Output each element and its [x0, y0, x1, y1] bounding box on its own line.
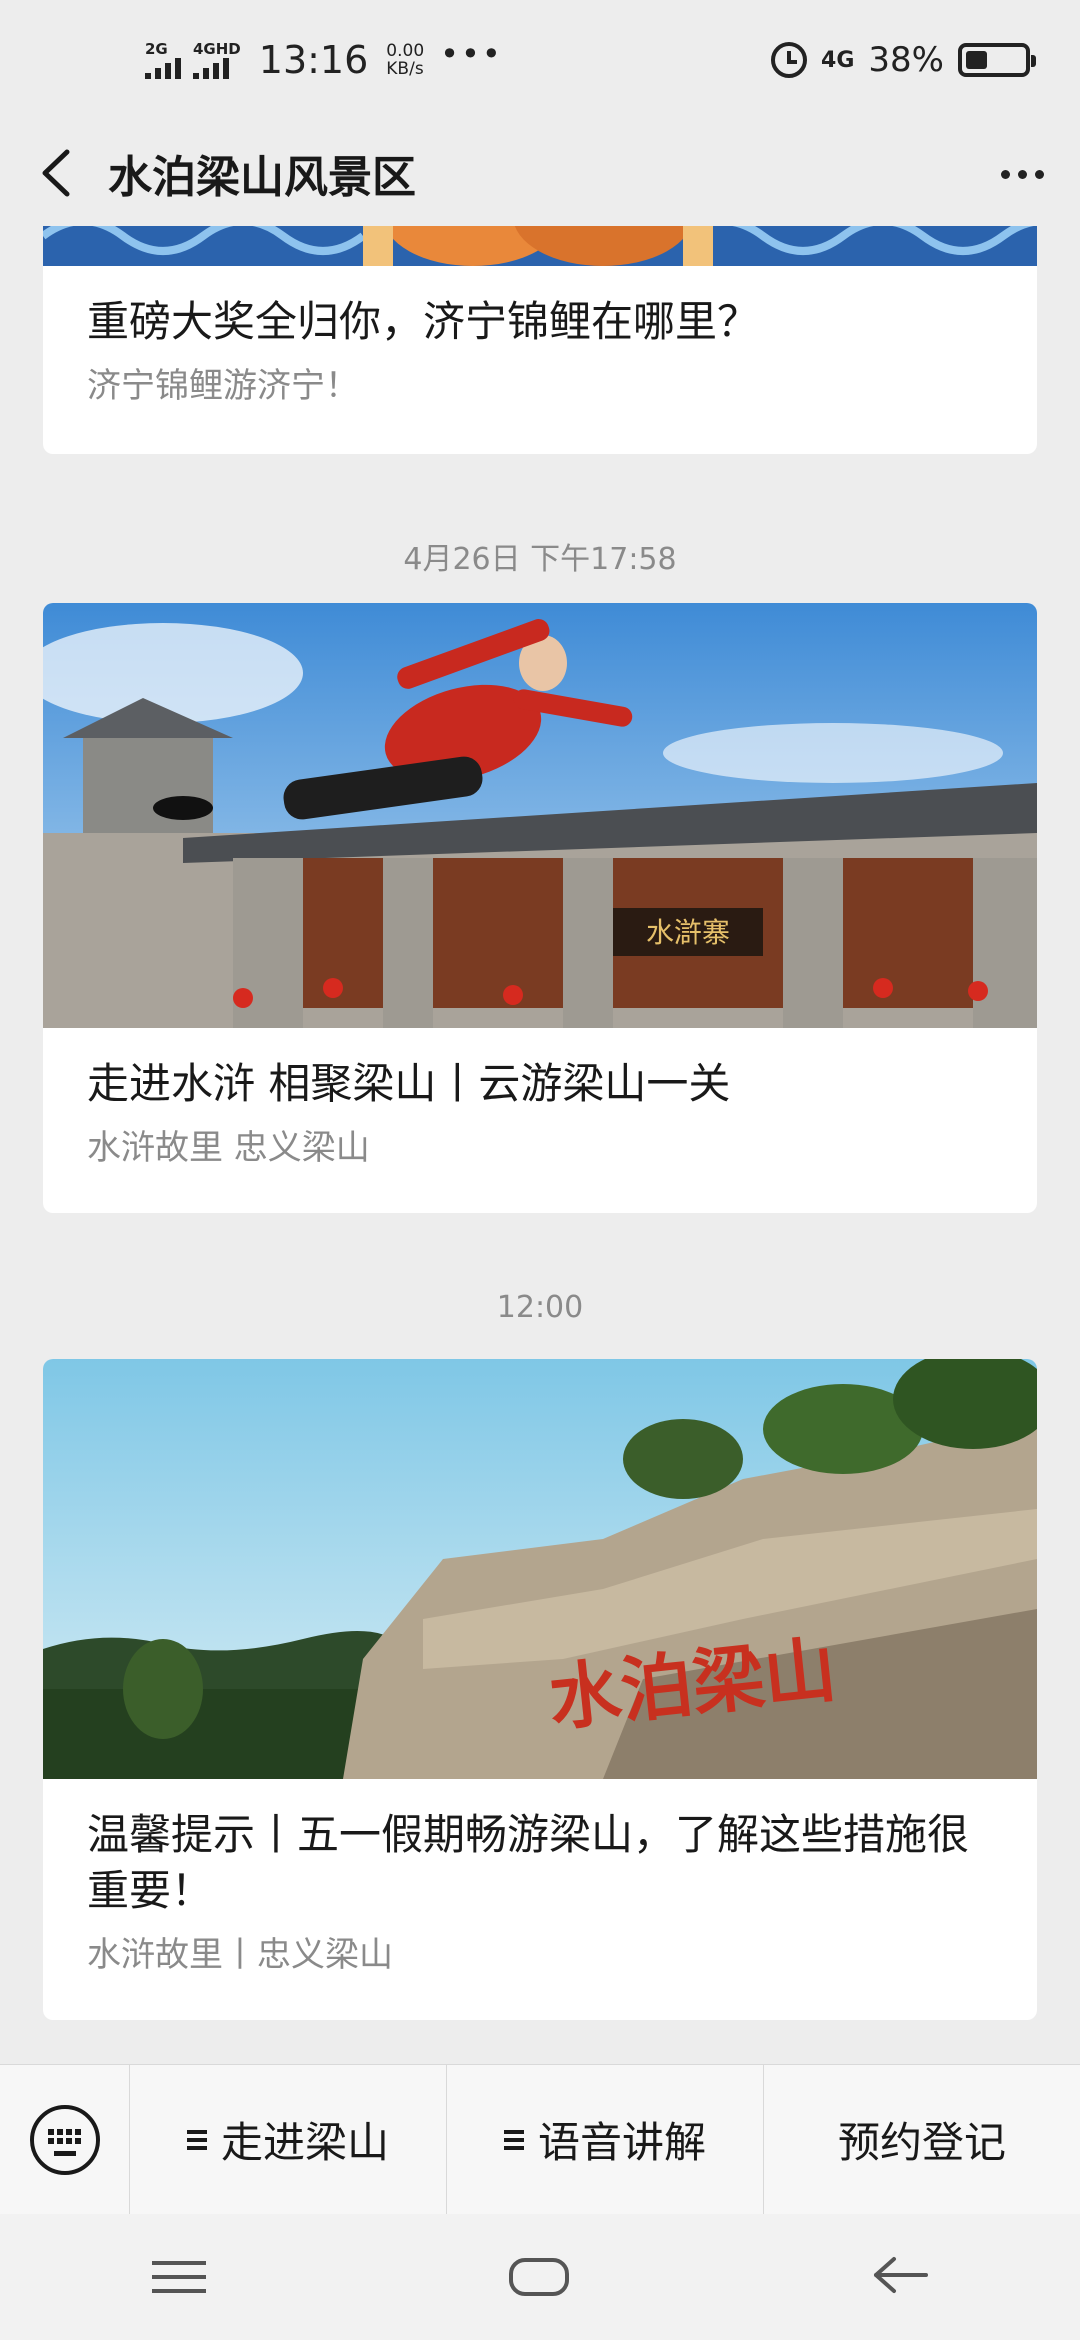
message-timestamp: 12:00	[496, 1290, 584, 1325]
network-4g-icon: 4G	[821, 47, 855, 73]
status-bar: 2G 4GHD 13:16 0.00 KB/s ••• 4G 38%	[0, 0, 1080, 120]
battery-percent: 38%	[868, 40, 944, 80]
gate-plaque-text: 水滸寨	[646, 916, 730, 949]
more-notifications-icon: •••	[440, 35, 503, 73]
signal-2g-icon: 2G	[145, 41, 181, 79]
bottom-menu: 走进梁山 语音讲解 预约登记	[0, 2064, 1080, 2215]
article-subtitle: 水浒故里 忠义梁山	[87, 1128, 370, 1168]
menu-item-audio-guide[interactable]: 语音讲解	[447, 2064, 764, 2215]
signal-4g-icon: 4GHD	[193, 41, 241, 79]
page-title: 水泊梁山风景区	[108, 152, 416, 203]
keyboard-toggle-button[interactable]	[0, 2064, 130, 2215]
network-speed: 0.00 KB/s	[386, 41, 425, 79]
article-card[interactable]: 水滸寨 走进水浒 相聚梁山丨云游梁山一关 水浒故里 忠义梁山	[43, 603, 1037, 1213]
article-feed[interactable]: 重磅大奖全归你，济宁锦鲤在哪里？ 济宁锦鲤游济宁！ 4月26日 下午17:58	[0, 226, 1080, 2064]
system-nav-bar	[0, 2214, 1080, 2340]
article-card[interactable]: 水泊梁山 温馨提示丨五一假期畅游梁山，了解这些措施很重要！ 水浒故里丨忠义梁山	[43, 1359, 1037, 2020]
article-subtitle: 济宁锦鲤游济宁！	[87, 366, 359, 406]
article-image	[43, 226, 1037, 266]
status-time: 13:16	[258, 38, 369, 82]
menu-item-reservation[interactable]: 预约登记	[764, 2065, 1080, 2215]
article-card[interactable]: 重磅大奖全归你，济宁锦鲤在哪里？ 济宁锦鲤游济宁！	[43, 226, 1037, 454]
back-icon[interactable]	[872, 2255, 929, 2299]
battery-icon	[958, 43, 1036, 77]
dot-icon	[1000, 169, 1010, 179]
chevron-left-icon	[42, 149, 70, 197]
home-icon[interactable]	[508, 2258, 569, 2296]
back-button[interactable]	[6, 120, 106, 226]
article-title: 重磅大奖全归你，济宁锦鲤在哪里？	[87, 297, 760, 346]
menu-item-walk-into-liangshan[interactable]: 走进梁山	[130, 2064, 447, 2215]
dot-icon	[1034, 169, 1044, 179]
menu-list-icon	[503, 2129, 524, 2150]
dot-icon	[1017, 169, 1027, 179]
menu-item-label: 走进梁山	[220, 2118, 389, 2167]
article-image: 水滸寨	[43, 603, 1037, 1028]
alarm-icon	[771, 42, 808, 78]
more-options-button[interactable]	[992, 146, 1052, 202]
menu-item-label: 语音讲解	[537, 2118, 706, 2167]
menu-list-icon	[186, 2129, 207, 2150]
article-image: 水泊梁山	[43, 1359, 1037, 1779]
keyboard-icon	[29, 2104, 100, 2175]
app-header: 水泊梁山风景区	[0, 120, 1080, 226]
article-title: 温馨提示丨五一假期畅游梁山，了解这些措施很重要！	[87, 1810, 970, 1915]
recent-apps-icon[interactable]	[151, 2261, 206, 2293]
article-title: 走进水浒 相聚梁山丨云游梁山一关	[87, 1059, 731, 1108]
article-subtitle: 水浒故里丨忠义梁山	[87, 1935, 393, 1975]
message-timestamp: 4月26日 下午17:58	[403, 542, 677, 577]
menu-item-label: 预约登记	[837, 2118, 1006, 2167]
